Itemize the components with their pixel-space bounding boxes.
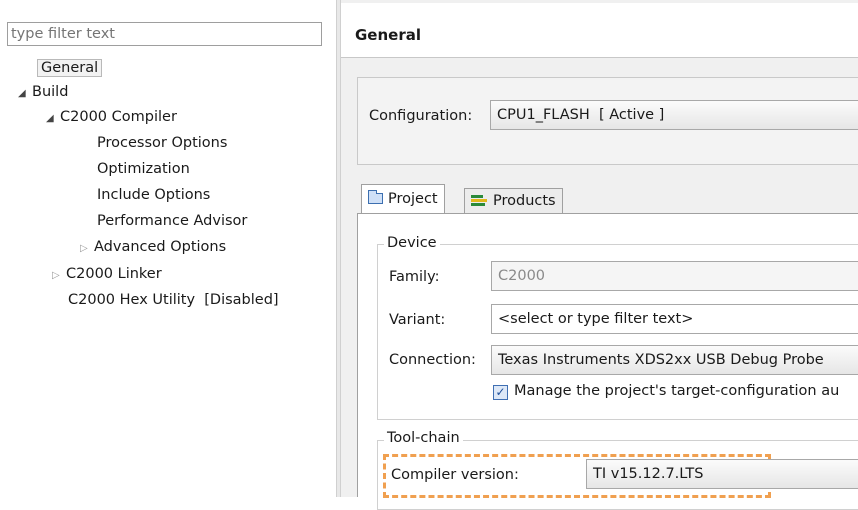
variant-label: Variant: — [389, 312, 446, 328]
compiler-version-select[interactable]: TI v15.12.7.LTS — [586, 459, 858, 489]
manage-target-config-label: Manage the project's target-configuratio… — [514, 383, 840, 399]
tree-item-label: C2000 Compiler — [60, 109, 177, 125]
triangle-down-icon[interactable]: ◢ — [46, 109, 60, 129]
folder-icon — [368, 190, 383, 204]
tree-item-label: Optimization — [97, 161, 190, 177]
tab-project[interactable]: Project — [361, 184, 445, 214]
tree-item-label: Performance Advisor — [97, 213, 248, 229]
tree-item-processor-options[interactable]: Processor Options — [97, 133, 227, 155]
tree-item-label: C2000 Hex Utility [Disabled] — [68, 292, 279, 308]
tree-item-hex-utility[interactable]: C2000 Hex Utility [Disabled] — [68, 290, 279, 312]
compiler-version-label: Compiler version: — [391, 467, 519, 483]
page-header: General — [341, 3, 858, 58]
manage-target-config-checkbox[interactable]: ✓ — [493, 385, 508, 400]
tree-item-c2000-compiler[interactable]: ◢ C2000 Compiler — [46, 107, 177, 129]
configuration-select[interactable]: CPU1_FLASH [ Active ] — [490, 100, 858, 130]
tab-label: Products — [493, 193, 556, 209]
tree-item-advanced-options[interactable]: ▷ Advanced Options — [80, 237, 226, 259]
properties-panel: General Configuration: CPU1_FLASH [ Acti… — [341, 0, 858, 510]
tree-item-c2000-linker[interactable]: ▷ C2000 Linker — [52, 264, 162, 286]
triangle-right-icon[interactable]: ▷ — [80, 239, 94, 259]
tree-item-label: Processor Options — [97, 135, 228, 151]
tree-item-performance-advisor[interactable]: Performance Advisor — [97, 211, 247, 233]
tree-item-label: Include Options — [97, 187, 211, 203]
triangle-down-icon[interactable]: ◢ — [18, 84, 32, 104]
tree-item-include-options[interactable]: Include Options — [97, 185, 210, 207]
tree-item-optimization[interactable]: Optimization — [97, 159, 190, 181]
tree-item-general[interactable]: General — [37, 58, 103, 80]
filter-input[interactable] — [7, 22, 322, 46]
tab-label: Project — [388, 191, 438, 207]
products-icon — [471, 194, 488, 206]
project-tab-content: Device Family: C2000 Variant: <select or… — [357, 213, 858, 510]
variant-input[interactable]: <select or type filter text> — [491, 304, 858, 334]
tree-item-label: Build — [32, 84, 69, 100]
toolchain-legend: Tool-chain — [384, 430, 463, 446]
triangle-right-icon[interactable]: ▷ — [52, 266, 66, 286]
connection-select[interactable]: Texas Instruments XDS2xx USB Debug Probe — [491, 345, 858, 375]
device-legend: Device — [384, 235, 440, 251]
tree-item-label: C2000 Linker — [66, 266, 162, 282]
configuration-group: Configuration: CPU1_FLASH [ Active ] — [357, 77, 858, 165]
tree-item-build[interactable]: ◢ Build — [18, 82, 68, 104]
left-navigation-panel: General ◢Build ◢C2000 Compiler Processor… — [0, 0, 336, 497]
page-title: General — [355, 26, 421, 44]
configuration-label: Configuration: — [369, 108, 473, 124]
tab-products[interactable]: Products — [464, 188, 563, 214]
connection-label: Connection: — [389, 352, 476, 368]
family-field: C2000 — [491, 261, 858, 291]
family-label: Family: — [389, 269, 440, 285]
tree-item-label: Advanced Options — [94, 239, 227, 255]
tree-item-label: General — [37, 59, 103, 77]
